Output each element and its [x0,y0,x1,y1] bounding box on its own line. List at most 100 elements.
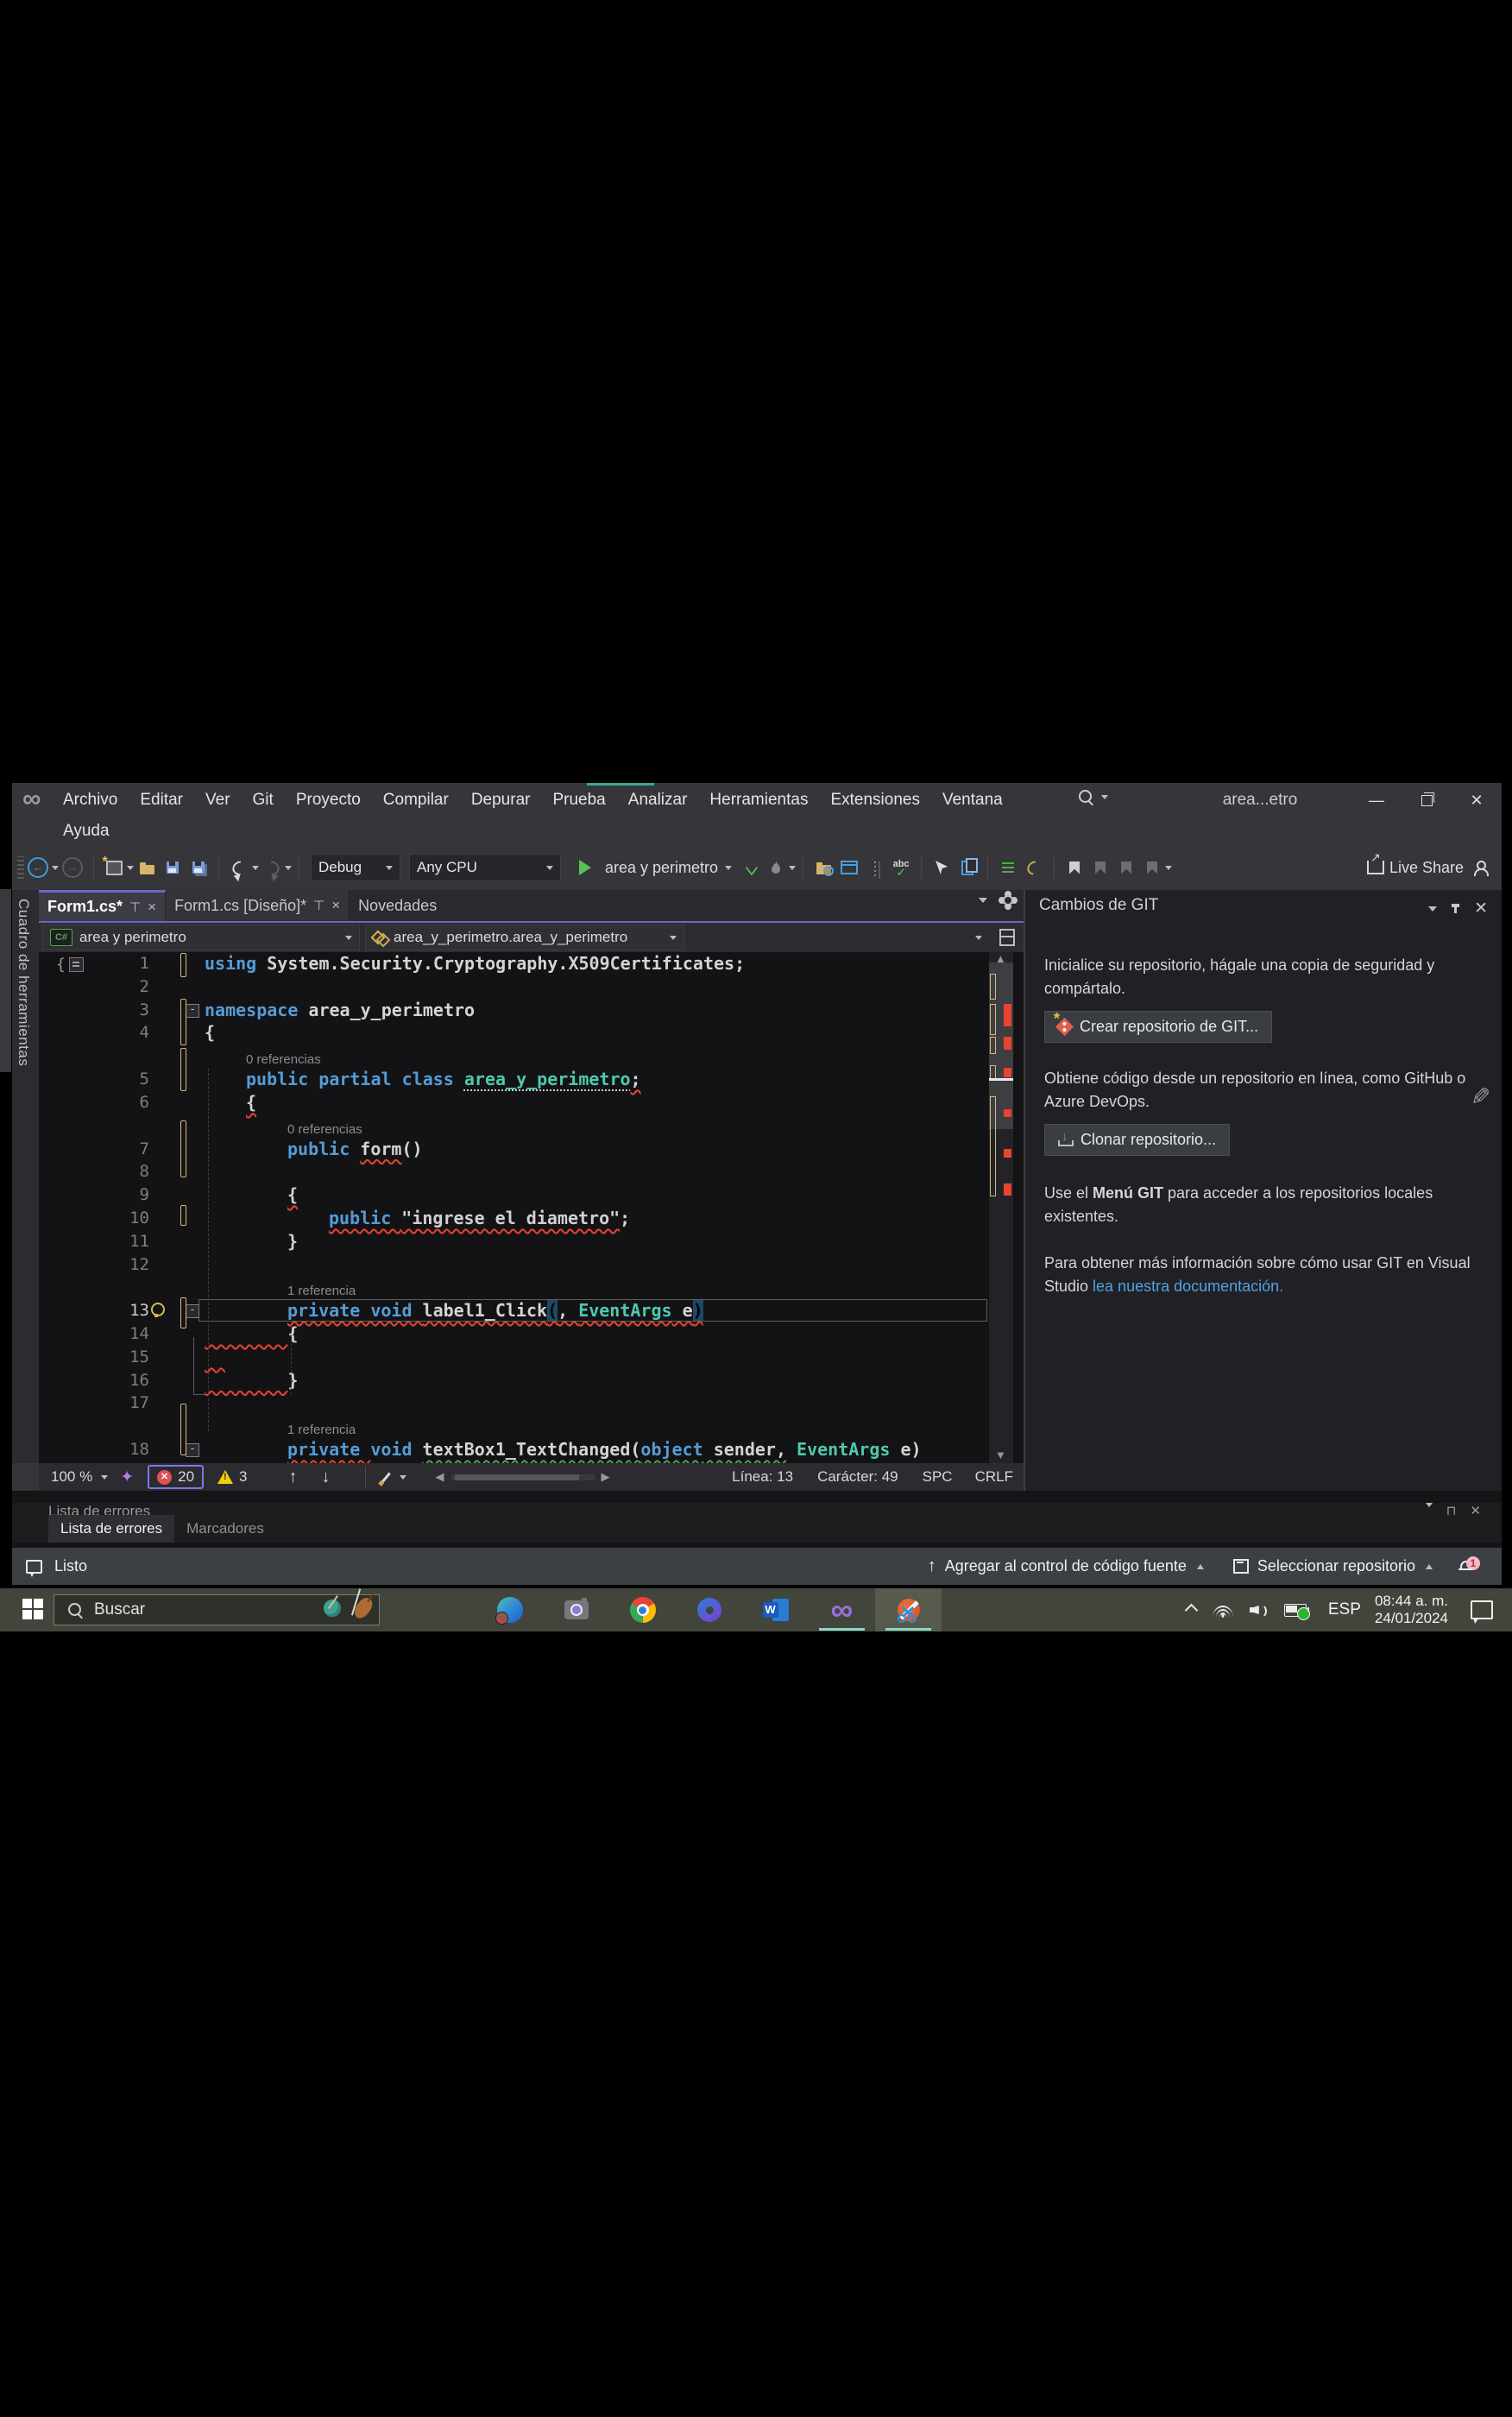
close-panel-icon[interactable]: ✕ [1470,1503,1481,1515]
pin-icon[interactable]: ⊤ [313,898,324,913]
clone-repo-button[interactable]: Clonar repositorio... [1044,1124,1230,1156]
add-to-source-control-button[interactable]: Agregar al control de código fuente [945,1557,1187,1575]
spaces-indicator[interactable]: SPC [923,1468,953,1486]
sync-with-active-document-button[interactable] [840,855,859,880]
taskbar-app-snipping-tool[interactable] [875,1588,942,1631]
spell-check-button[interactable]: abc [891,855,910,880]
code-cleanup-dropdown[interactable] [400,1475,406,1480]
document-tab[interactable]: Form1.cs [Diseño]*⊤× [166,890,350,921]
redo-dropdown[interactable] [285,866,292,870]
undo-dropdown[interactable] [252,866,259,870]
hscroll-right-icon[interactable]: ▶ [602,1470,610,1484]
wifi-icon[interactable] [1212,1602,1234,1618]
member-dropdown[interactable] [975,936,982,940]
error-count-button[interactable]: ✕ 20 [148,1465,204,1489]
code-editor[interactable]: { 1using System.Security.Cryptography.X5… [39,952,1024,1463]
save-button[interactable] [163,855,182,880]
menu-item[interactable]: Depurar [460,791,542,810]
select-repository-button[interactable]: Seleccionar repositorio [1257,1557,1415,1575]
pin-icon[interactable] [1454,904,1457,913]
hscroll-left-icon[interactable]: ◀ [436,1470,444,1484]
bookmarks-dropdown[interactable] [1165,866,1172,870]
find-in-files-button[interactable] [814,855,833,880]
restore-button[interactable] [1402,783,1452,817]
volume-icon[interactable] [1250,1602,1269,1618]
navigate-forward-button[interactable]: → [62,855,83,880]
source-control-dropdown[interactable] [1197,1564,1204,1569]
menu-item[interactable]: Compilar [372,791,460,810]
tab-list-dropdown[interactable] [979,898,987,903]
sidebar-item-toolbox[interactable]: Cuadro de herramientas [15,899,32,1066]
fold-toggle[interactable]: - [186,1443,199,1457]
panel-dropdown-icon[interactable] [1426,1503,1433,1507]
run-dropdown[interactable] [725,866,732,870]
code-cleanup-button[interactable] [1024,855,1043,880]
start-without-debugging-button[interactable] [740,855,759,880]
taskbar-app-word[interactable]: W [742,1588,809,1631]
intellisense-icon[interactable]: ✦ [120,1467,134,1487]
menu-item[interactable]: Editar [129,791,194,810]
menu-item[interactable]: Ventana [931,791,1014,810]
tray-expand-icon[interactable] [1185,1603,1199,1617]
minimize-button[interactable]: — [1351,783,1402,817]
previous-bookmark-button[interactable] [1091,855,1110,880]
menu-item[interactable]: Archivo [52,791,129,810]
cursor-line-indicator[interactable]: Línea: 13 [732,1468,793,1486]
new-project-button[interactable] [104,855,123,880]
feedback-icon[interactable] [26,1560,42,1574]
taskbar-app-edge[interactable] [476,1588,543,1631]
menu-item[interactable]: Prueba [541,791,616,810]
indent-lines-button[interactable] [999,855,1017,880]
repository-dropdown[interactable] [1426,1564,1433,1569]
redo-button[interactable] [262,855,281,880]
documentation-link[interactable]: lea nuestra documentación. [1093,1278,1283,1295]
close-panel-button[interactable]: ✕ [1474,899,1488,918]
document-tab[interactable]: Form1.cs*⊤× [39,890,166,921]
close-tab-icon[interactable]: × [148,899,156,916]
project-dropdown[interactable]: C#area y perimetro [42,925,360,950]
solution-configuration-select[interactable]: Debug [311,854,400,881]
copy-document-button[interactable] [958,855,977,880]
panel-options-dropdown[interactable] [1428,906,1437,912]
menu-item[interactable]: Git [242,791,285,810]
code-cleanup-icon[interactable] [381,1472,391,1482]
menu-item[interactable]: Herramientas [698,791,819,810]
document-tab[interactable]: Novedades [350,890,445,921]
selection-pointer-button[interactable] [932,855,951,880]
navigate-back-button[interactable]: ← [28,855,48,880]
quick-search-button[interactable] [1079,790,1108,804]
bottom-panel-tab[interactable]: Marcadores [174,1515,276,1543]
gear-icon[interactable] [1003,895,1013,906]
fold-toggle[interactable]: - [186,1304,199,1318]
line-ending-indicator[interactable]: CRLF [975,1468,1013,1486]
solution-platform-select[interactable]: Any CPU [409,854,561,881]
zoom-dropdown[interactable] [101,1475,108,1480]
start-button[interactable] [22,1599,45,1621]
type-dropdown[interactable]: area_y_perimetro.area_y_perimetro [365,925,684,950]
menu-item[interactable]: Analizar [617,791,699,810]
maximize-panel-icon[interactable]: ⊓ [1446,1503,1457,1515]
notifications-bell-icon[interactable]: 1 [1458,1560,1472,1574]
toggle-bookmark-button[interactable] [1065,855,1084,880]
live-share-button[interactable]: Live Share [1367,855,1464,880]
zoom-level[interactable]: 100 % [51,1468,92,1486]
undo-button[interactable] [230,855,249,880]
next-issue-button[interactable]: ↓ [322,1467,331,1487]
taskbar-app-visual-studio[interactable]: ∞ [809,1588,875,1631]
hot-reload-dropdown[interactable] [789,866,796,870]
clock[interactable]: 08:44 a. m.24/01/2024 [1375,1593,1448,1627]
taskbar-app-m365[interactable] [676,1588,742,1631]
toolbar-grip[interactable] [17,856,24,879]
menu-item[interactable]: Extensiones [819,791,931,810]
previous-issue-button[interactable]: ↑ [289,1467,298,1487]
column-guides-button[interactable] [866,855,885,880]
next-bookmark-button[interactable] [1117,855,1136,880]
save-all-button[interactable] [189,855,208,880]
navigate-back-dropdown[interactable] [52,866,59,870]
start-debugging-button[interactable] [576,855,595,880]
menu-item[interactable]: Ayuda [52,822,121,841]
add-collaborator-button[interactable] [1471,855,1490,880]
action-center-icon[interactable] [1471,1600,1493,1619]
keyboard-language[interactable]: ESP [1328,1600,1361,1619]
taskbar-app-chrome[interactable] [609,1588,676,1631]
